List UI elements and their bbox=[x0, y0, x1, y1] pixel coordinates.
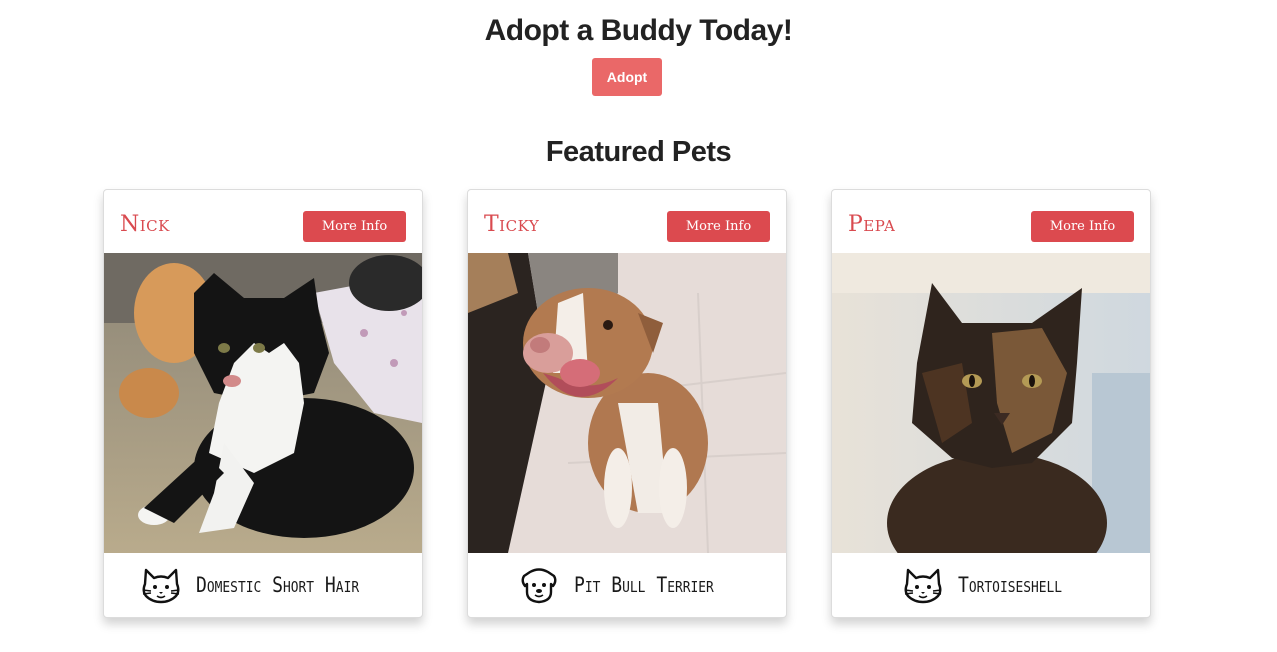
breed-label: Domestic Short Hair bbox=[196, 573, 360, 597]
pet-photo[interactable] bbox=[104, 253, 422, 553]
pet-name: Pepa bbox=[848, 212, 896, 237]
pet-photo[interactable] bbox=[832, 253, 1150, 553]
more-info-button[interactable]: More Info bbox=[667, 211, 770, 242]
more-info-button[interactable]: More Info bbox=[1031, 211, 1134, 242]
breed-label: Pit Bull Terrier bbox=[573, 573, 714, 597]
featured-pets-heading: Featured Pets bbox=[545, 136, 732, 168]
pet-card-pepa: Pepa More Info Tortoiseshell bbox=[831, 189, 1151, 618]
pet-name: Nick bbox=[120, 212, 170, 237]
pet-card-ticky: Ticky More Info Pit Bull Terrier bbox=[467, 189, 787, 618]
adopt-button[interactable]: Adopt bbox=[592, 58, 662, 96]
pet-card-nick: Nick More Info Domestic Short Hair bbox=[103, 189, 423, 618]
breed-label: Tortoiseshell bbox=[958, 573, 1063, 597]
page-title: Adopt a Buddy Today! bbox=[484, 14, 793, 47]
breed-row: Domestic Short Hair bbox=[104, 553, 422, 617]
dog-icon bbox=[521, 568, 557, 604]
cat-icon bbox=[142, 568, 180, 604]
breed-row: Tortoiseshell bbox=[832, 553, 1150, 617]
cat-icon bbox=[905, 568, 942, 604]
more-info-button[interactable]: More Info bbox=[303, 211, 406, 242]
pet-photo[interactable] bbox=[468, 253, 786, 553]
pet-name: Ticky bbox=[484, 212, 540, 237]
breed-row: Pit Bull Terrier bbox=[468, 553, 786, 617]
